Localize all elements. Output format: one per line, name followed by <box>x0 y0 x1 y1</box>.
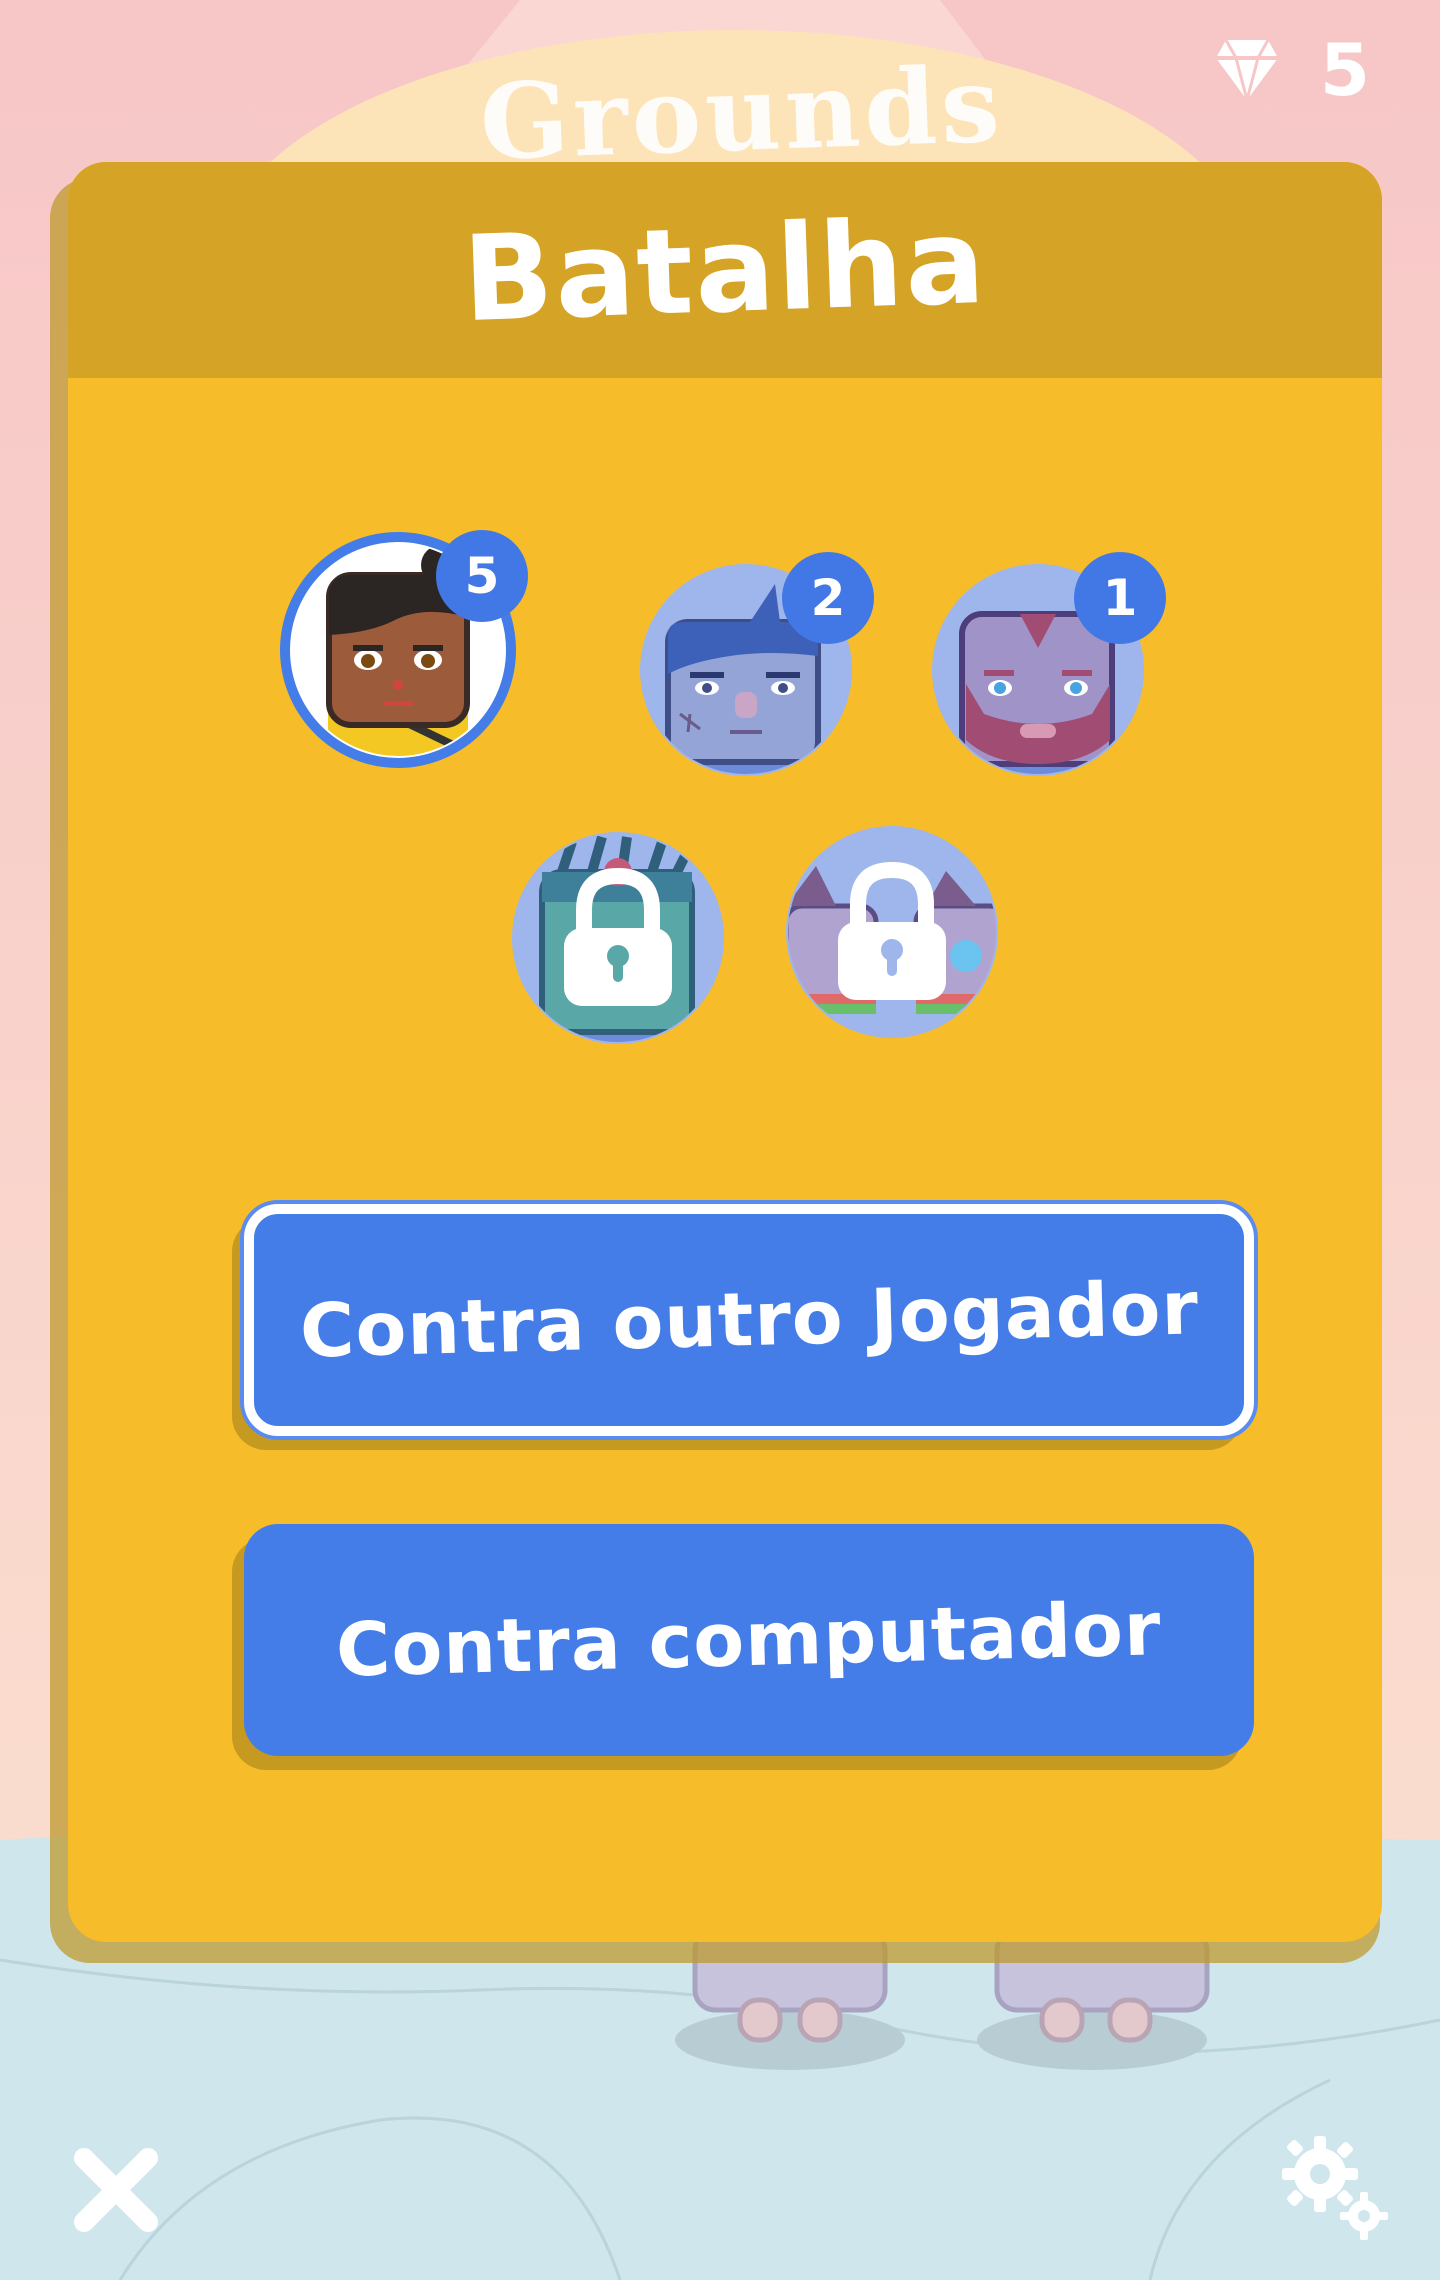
character-level-badge: 5 <box>436 530 528 622</box>
character-slot-2[interactable]: 2 <box>640 552 874 776</box>
character-slot-1[interactable]: 5 <box>280 530 528 768</box>
battle-dialog: Batalha 5 2 1 Contra outro Jogador Contr… <box>68 162 1382 1942</box>
background-game-title: Grounds <box>477 42 1006 184</box>
vs-computer-label: Contra computador <box>335 1586 1163 1694</box>
character-slot-4-locked[interactable] <box>512 832 724 1044</box>
close-button[interactable] <box>70 2144 162 2240</box>
character-slot-5-locked[interactable] <box>786 826 998 1038</box>
vs-player-label: Contra outro Jogador <box>298 1265 1200 1375</box>
gem-counter: 5 <box>1214 28 1370 112</box>
vs-computer-button-wrap: Contra computador <box>232 1524 1254 1770</box>
lock-icon <box>838 861 946 1000</box>
character-level-badge: 1 <box>1074 552 1166 644</box>
gem-count: 5 <box>1319 28 1370 112</box>
vs-computer-button[interactable]: Contra computador <box>244 1524 1254 1756</box>
vs-player-button[interactable]: Contra outro Jogador <box>244 1204 1254 1436</box>
gears-icon <box>1282 2136 1388 2240</box>
character-level-badge: 2 <box>782 552 874 644</box>
vs-player-button-wrap: Contra outro Jogador <box>232 1204 1254 1450</box>
close-icon <box>74 2148 158 2232</box>
dialog-title: Batalha <box>460 191 990 349</box>
character-slot-3[interactable]: 1 <box>932 552 1166 776</box>
lock-icon <box>564 867 672 1006</box>
settings-button[interactable] <box>1276 2130 1392 2246</box>
gem-icon <box>1215 39 1278 102</box>
dialog-header: Batalha <box>68 162 1382 378</box>
